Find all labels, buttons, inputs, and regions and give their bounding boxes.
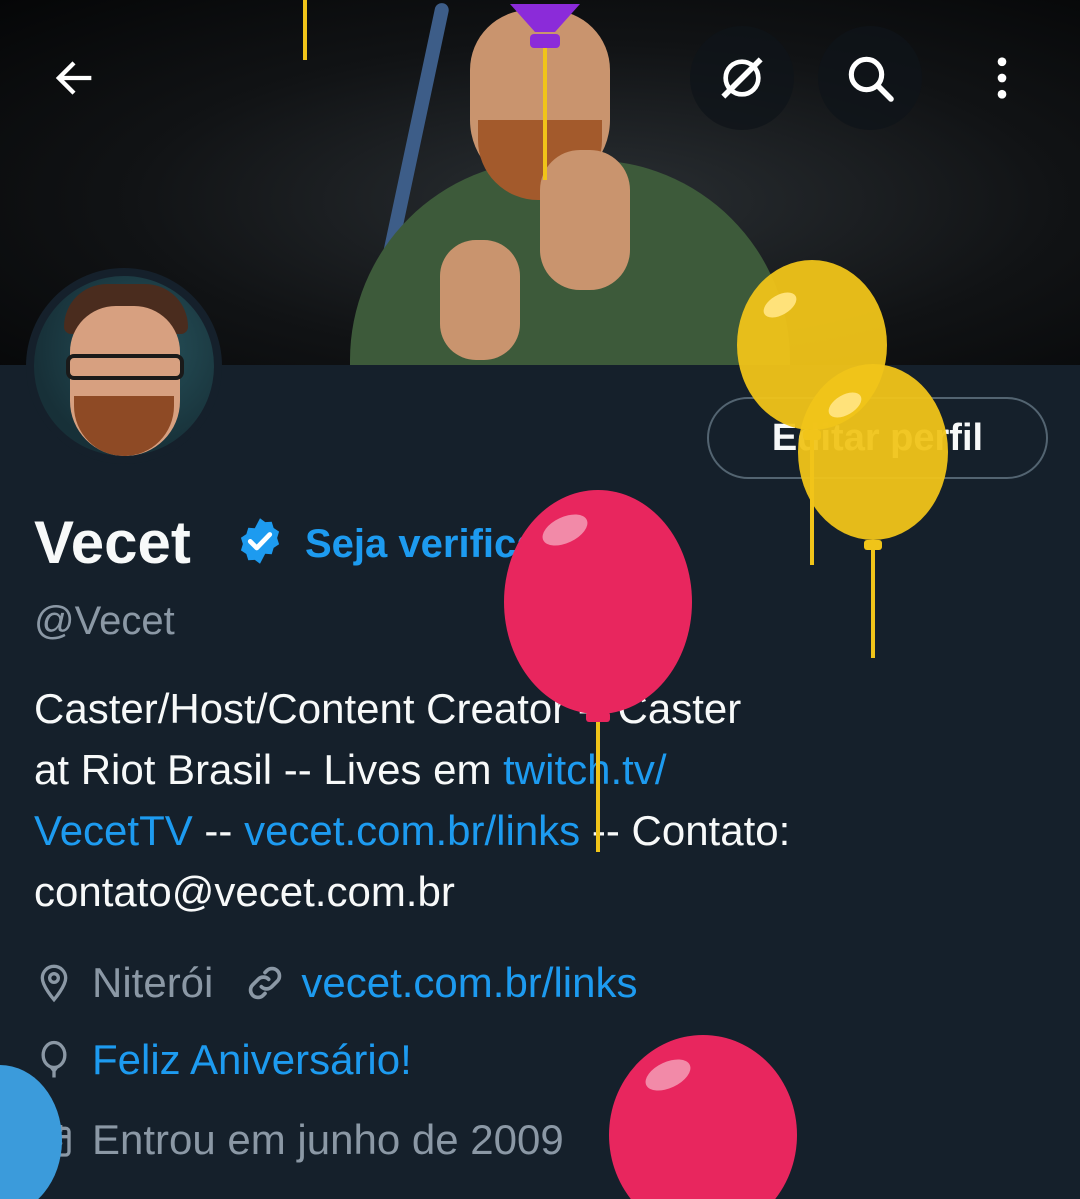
yellow-balloon-2 <box>798 364 948 658</box>
red-balloon-1 <box>504 490 692 852</box>
red-balloon-2 <box>609 1035 797 1199</box>
blue-balloon <box>0 1065 62 1199</box>
balloon-overlay <box>0 0 948 1199</box>
purple-balloon <box>510 4 580 180</box>
